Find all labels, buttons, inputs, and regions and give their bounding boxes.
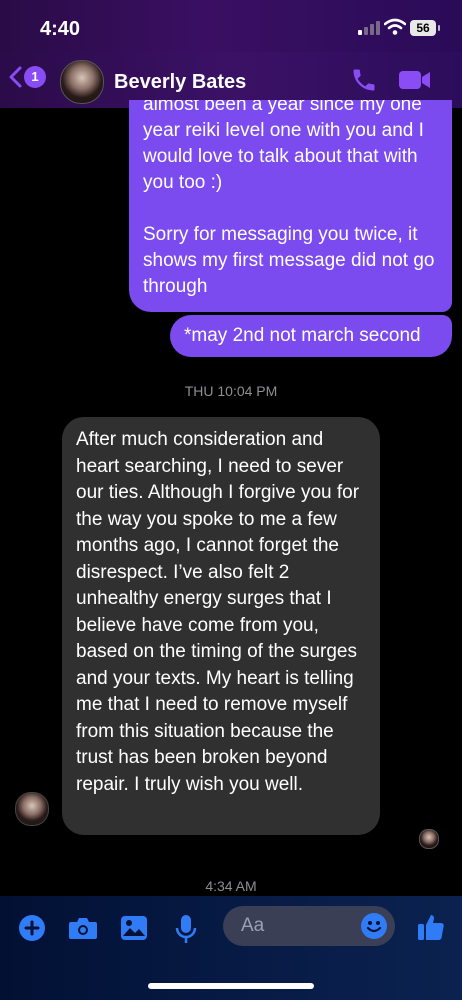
microphone-icon [175,915,197,943]
like-button[interactable] [416,912,446,947]
camera-button[interactable] [68,914,98,947]
outgoing-message-correction[interactable]: *may 2nd not march second [170,315,452,357]
sender-avatar [15,792,49,826]
outgoing-message-text: almost been a year since my one year rei… [143,100,424,193]
video-camera-icon [399,71,430,89]
emoji-icon [361,913,387,939]
emoji-button[interactable] [361,913,387,944]
outgoing-message[interactable]: almost been a year since my one year rei… [129,100,452,312]
thumbs-up-icon [418,915,444,940]
add-button[interactable] [18,914,46,947]
chevron-left-icon [9,66,22,88]
phone-call-button[interactable] [350,66,378,99]
message-timestamp: THU 10:04 PM [184,383,278,399]
status-bar: 4:40 56 [0,0,462,52]
signal-icon [358,21,380,35]
unread-badge: 1 [24,66,46,88]
contact-avatar[interactable] [60,60,104,104]
home-indicator [148,983,314,989]
video-call-button[interactable] [398,68,432,97]
voice-button[interactable] [175,914,197,949]
read-receipt-avatar [419,829,439,849]
camera-icon [69,918,97,939]
plus-circle-icon [19,915,45,941]
gallery-button[interactable] [120,914,148,947]
contact-name[interactable]: Beverly Bates [114,71,246,94]
battery-icon: 56 [410,20,440,36]
incoming-message[interactable]: After much consideration and heart searc… [62,417,380,835]
outgoing-message-text-2: Sorry for messaging you twice, it shows … [143,224,435,297]
image-icon [121,916,147,940]
message-timestamp-2: 4:34 AM [205,878,257,894]
status-time: 4:40 [40,18,81,40]
back-button[interactable]: 1 [8,66,46,88]
wifi-icon [383,18,407,41]
phone-icon [353,69,375,91]
